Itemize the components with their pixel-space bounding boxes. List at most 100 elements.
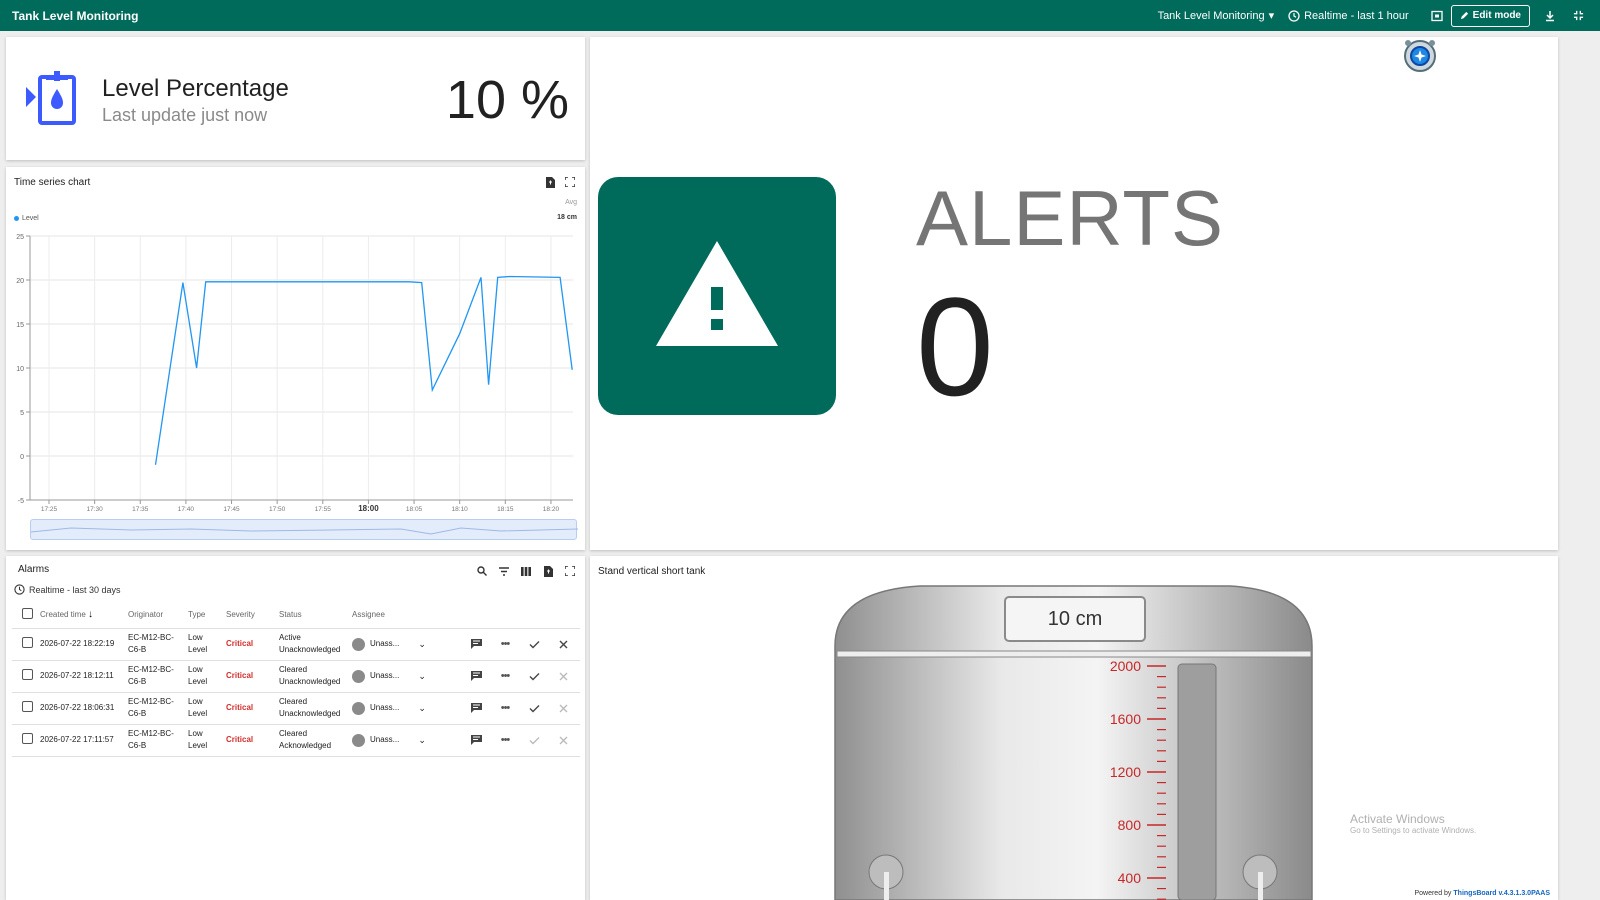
screen-select-icon xyxy=(1431,10,1443,21)
cell-created-time: 2026-07-22 18:06:31 xyxy=(36,692,124,725)
table-row[interactable]: 2026-07-22 17:11:57 EC-M12-BC-C6-B Low Lev… xyxy=(12,724,580,757)
y-tick-label: -5 xyxy=(18,498,24,505)
cell-assignee[interactable]: Unass... ⌄ xyxy=(348,724,448,757)
avatar-icon xyxy=(352,669,365,683)
fullscreen-exit-button[interactable] xyxy=(1564,0,1592,31)
tank-scale-label: 1200 xyxy=(1110,764,1141,780)
acknowledge-button[interactable] xyxy=(523,670,545,682)
edit-mode-button[interactable]: Edit mode xyxy=(1450,4,1530,27)
select-all-checkbox[interactable] xyxy=(22,608,33,620)
warning-icon xyxy=(656,241,778,346)
column-header-status[interactable]: Status xyxy=(275,602,348,629)
time-series-card: Time series chart Level Avg 18 cm 25 20 15… xyxy=(6,167,585,550)
tank-value-display: 10 cm xyxy=(1004,596,1146,642)
more-horizontal-icon: ••• xyxy=(500,702,511,714)
comment-icon xyxy=(470,639,482,649)
cell-type: Low Level xyxy=(184,692,222,725)
y-tick-label: 15 xyxy=(16,322,24,329)
cell-assignee[interactable]: Unass... ⌄ xyxy=(348,692,448,725)
export-alarms-button[interactable] xyxy=(541,564,555,578)
table-row[interactable]: 2026-07-22 18:12:11 EC-M12-BC-C6-B Low Lev… xyxy=(12,660,580,693)
row-checkbox[interactable] xyxy=(22,636,33,648)
acknowledge-button[interactable] xyxy=(523,702,545,714)
alarms-fullscreen-button[interactable] xyxy=(563,564,577,578)
cell-status: Cleared Acknowledged xyxy=(275,724,348,757)
line-chart[interactable]: 25 20 15 10 5 0 -5 17:25 17:30 17:35 17:40 17:45 17:… xyxy=(6,167,585,550)
filter-button[interactable] xyxy=(1423,0,1451,31)
tank-level-icon xyxy=(26,71,76,125)
filter-icon xyxy=(499,566,509,576)
dashboard-select[interactable]: Tank Level Monitoring ▾ xyxy=(1158,9,1275,23)
series-line-level[interactable] xyxy=(154,275,573,465)
more-button[interactable]: ••• xyxy=(494,638,516,650)
cell-assignee[interactable]: Unass... ⌄ xyxy=(348,660,448,693)
dashboard-title: Tank Level Monitoring xyxy=(12,8,139,23)
more-button[interactable]: ••• xyxy=(494,670,516,682)
alarms-timewindow[interactable]: Realtime - last 30 days xyxy=(14,584,121,595)
x-tick-label: 18:15 xyxy=(497,506,514,513)
cell-assignee[interactable]: Unass... ⌄ xyxy=(348,628,448,661)
timewindow-button[interactable]: Realtime - last 1 hour xyxy=(1288,10,1409,22)
tank-card: Stand vertical short tank 2000 1600 1200 80… xyxy=(590,556,1558,900)
clear-button[interactable] xyxy=(552,734,574,746)
assignee-label: Unass... xyxy=(370,735,400,744)
filter-alarms-button[interactable] xyxy=(497,564,511,578)
row-checkbox[interactable] xyxy=(22,732,33,744)
column-header-severity[interactable]: Severity xyxy=(222,602,275,629)
tank-value: 10 cm xyxy=(1047,607,1103,630)
acknowledge-button[interactable] xyxy=(523,734,545,746)
level-last-update: Last update just now xyxy=(102,105,268,125)
cell-severity: Critical xyxy=(222,724,275,757)
close-icon xyxy=(559,704,567,712)
more-button[interactable]: ••• xyxy=(494,702,516,714)
chevron-down-icon: ⌄ xyxy=(418,735,426,745)
search-button[interactable] xyxy=(475,564,489,578)
zoom-preview-line xyxy=(30,527,579,535)
y-tick-label: 5 xyxy=(20,410,24,417)
alerts-card: ALERTS 0 xyxy=(590,37,1558,550)
x-tick-label: 18:10 xyxy=(452,506,469,513)
assignee-label: Unass... xyxy=(370,671,400,680)
columns-button[interactable] xyxy=(519,564,533,578)
level-title: Level Percentage xyxy=(102,75,289,102)
cell-status: Active Unacknowledged xyxy=(275,628,348,661)
alarms-table: Created time ↓ Originator Type Severity … xyxy=(12,602,580,757)
column-header-assignee[interactable]: Assignee xyxy=(348,602,448,629)
table-row[interactable]: 2026-07-22 18:06:31 EC-M12-BC-C6-B Low Lev… xyxy=(12,692,580,725)
columns-icon xyxy=(521,566,531,576)
row-checkbox[interactable] xyxy=(22,668,33,680)
level-percentage-card: Level Percentage Last update just now 10… xyxy=(6,37,585,160)
table-row[interactable]: 2026-07-22 18:22:19 EC-M12-BC-C6-B Low Lev… xyxy=(12,628,580,661)
cell-originator: EC-M12-BC-C6-B xyxy=(124,628,184,661)
acknowledge-button[interactable] xyxy=(523,638,545,650)
comments-button[interactable] xyxy=(465,670,487,682)
x-tick-label: 17:40 xyxy=(178,506,195,513)
avatar-icon xyxy=(352,733,365,747)
column-header-created-time[interactable]: Created time ↓ xyxy=(36,602,124,629)
download-button[interactable] xyxy=(1536,0,1564,31)
clear-button[interactable] xyxy=(552,638,574,650)
data-zoom-slider[interactable] xyxy=(30,519,579,540)
logo-icon xyxy=(1404,40,1436,72)
comments-button[interactable] xyxy=(465,734,487,746)
clear-button[interactable] xyxy=(552,670,574,682)
more-button[interactable]: ••• xyxy=(494,734,516,746)
top-toolbar: Tank Level Monitoring Tank Level Monitor… xyxy=(0,0,1600,31)
fullscreen-exit-icon xyxy=(1573,10,1583,21)
alarms-card: Alarms Realtime - last 30 days Created t… xyxy=(6,556,585,900)
thingsboard-link[interactable]: ThingsBoard v.4.3.1.3.0PAAS xyxy=(1453,890,1550,897)
cell-type: Low Level xyxy=(184,660,222,693)
comments-button[interactable] xyxy=(465,702,487,714)
powered-by: Powered by ThingsBoard v.4.3.1.3.0PAAS xyxy=(1414,890,1550,897)
row-checkbox[interactable] xyxy=(22,700,33,712)
check-icon xyxy=(529,736,539,744)
comments-button[interactable] xyxy=(465,638,487,650)
column-header-type[interactable]: Type xyxy=(184,602,222,629)
cell-status: Cleared Unacknowledged xyxy=(275,692,348,725)
clock-icon xyxy=(14,584,25,595)
powered-prefix: Powered by xyxy=(1414,890,1452,897)
more-horizontal-icon: ••• xyxy=(500,670,511,682)
search-icon xyxy=(477,566,487,576)
column-header-originator[interactable]: Originator xyxy=(124,602,184,629)
clear-button[interactable] xyxy=(552,702,574,714)
